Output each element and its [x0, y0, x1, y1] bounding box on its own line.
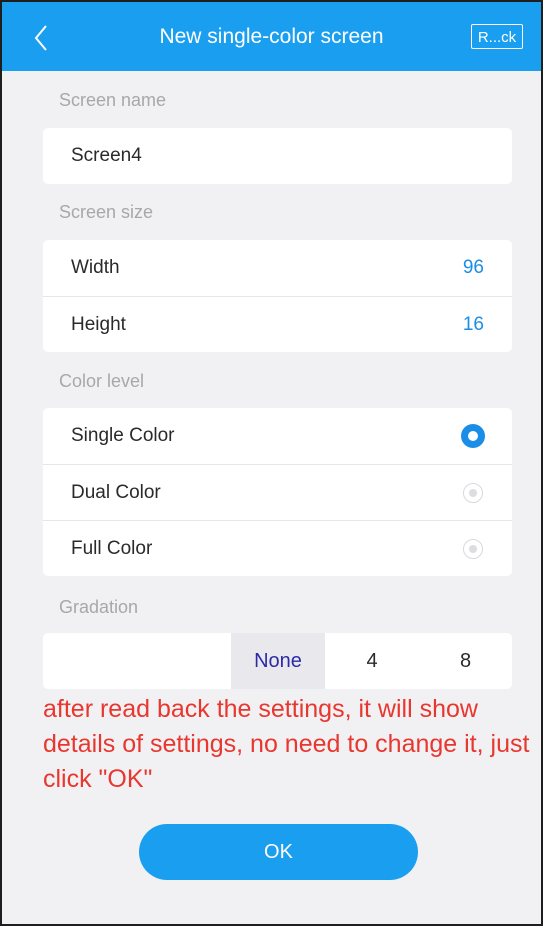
radio-unselected-icon[interactable] — [463, 482, 483, 503]
screen-size-label: Screen size — [59, 202, 154, 222]
gradation-segmented-control: None 4 8 — [43, 633, 512, 689]
height-value[interactable]: 16 — [463, 314, 484, 336]
read-back-button[interactable]: R...ck — [471, 24, 523, 49]
gradation-label: Gradation — [59, 597, 139, 617]
screen-name-label: Screen name — [59, 90, 167, 110]
color-option-label: Dual Color — [71, 481, 161, 503]
screen-name-card: Screen4 — [43, 128, 512, 184]
annotation-text: after read back the settings, it will sh… — [43, 695, 530, 793]
height-label: Height — [71, 313, 126, 335]
width-value[interactable]: 96 — [463, 257, 484, 279]
radio-unselected-icon[interactable] — [463, 538, 483, 559]
gradation-option-4[interactable]: 4 — [325, 633, 419, 689]
color-level-label: Color level — [59, 371, 145, 391]
color-option-label: Full Color — [71, 537, 153, 559]
ok-button[interactable]: OK — [139, 824, 418, 880]
color-option-dual[interactable]: Dual Color — [43, 464, 512, 520]
radio-selected-icon[interactable] — [461, 424, 485, 448]
screen-name-value: Screen4 — [71, 145, 142, 166]
screen-name-input[interactable]: Screen4 — [43, 128, 512, 184]
height-row[interactable]: Height 16 — [43, 296, 512, 352]
color-option-single[interactable]: Single Color — [43, 408, 512, 464]
nav-bar: New single-color screen R...ck — [2, 2, 541, 71]
color-option-full[interactable]: Full Color — [43, 520, 512, 576]
page-title: New single-color screen — [159, 25, 384, 48]
width-row[interactable]: Width 96 — [43, 240, 512, 296]
width-label: Width — [71, 257, 120, 278]
color-level-card: Single Color Dual Color Full Color — [43, 408, 512, 576]
color-option-label: Single Color — [71, 425, 175, 446]
gradation-option-none[interactable]: None — [231, 633, 325, 689]
app-screen: New single-color screen R...ck Screen na… — [0, 0, 543, 926]
gradation-option-8[interactable]: 8 — [419, 633, 512, 689]
screen-size-card: Width 96 Height 16 — [43, 240, 512, 352]
